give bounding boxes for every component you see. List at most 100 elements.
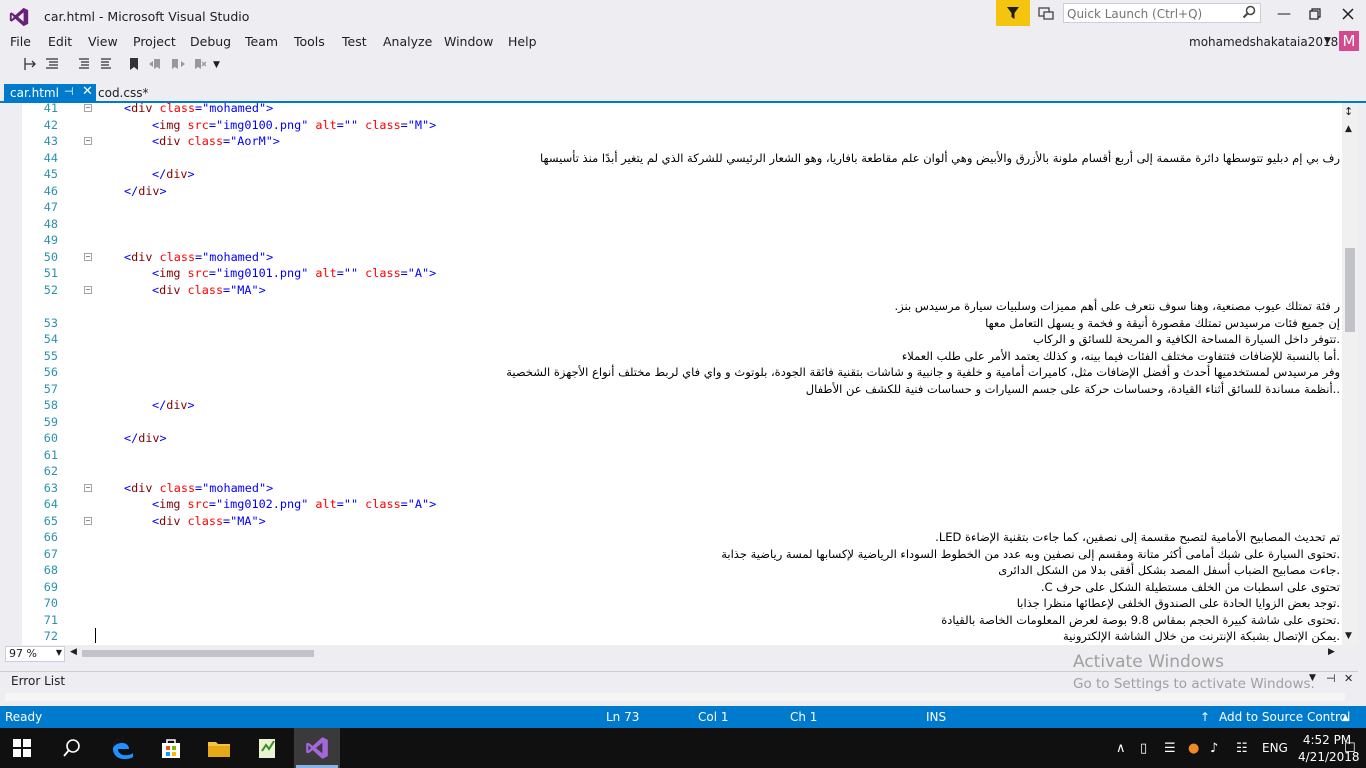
collapse-region-icon[interactable]: − [84,516,92,525]
language-indicator[interactable]: ENG [1262,741,1288,755]
menu-project[interactable]: Project [133,34,176,49]
file-explorer-icon[interactable] [206,735,232,761]
minimize-button[interactable]: — [1268,0,1300,28]
code-line[interactable]: 67 .تحتوى السيارة على شبك أمامى أكثر متان… [0,546,1342,563]
code-line[interactable]: 52 − <div class="MA"> [0,282,1342,299]
code-line[interactable]: 49 [0,232,1342,249]
volume-icon[interactable]: ♪ [1210,741,1218,756]
code-line[interactable]: 44 رف بي إم دبليو تتوسطها دائرة مقسمة إلى… [0,150,1342,167]
code-line[interactable]: 60 </div> [0,430,1342,447]
quick-launch-input[interactable] [1064,4,1239,24]
code-line[interactable]: 51 <img src="img0101.png" alt="" class="A… [0,265,1342,282]
search-icon[interactable] [62,738,82,758]
code-line[interactable]: 46 </div> [0,183,1342,200]
code-line[interactable]: 50 − <div class="mohamed"> [0,249,1342,266]
code-line[interactable]: 64 <img src="img0102.png" alt="" class="A… [0,496,1342,513]
account-name[interactable]: mohamedshakataia2018 [1189,35,1338,49]
close-icon[interactable]: ✕ [1344,672,1353,685]
code-line[interactable]: 70 .توجد بعض الزوايا الحادة على الصندوق ا… [0,595,1342,612]
code-line[interactable]: 48 [0,216,1342,233]
vertical-scrollbar[interactable] [1342,103,1358,645]
edge-browser-icon[interactable] [110,735,136,761]
code-line[interactable]: 72 .يمكن الإتصال بشبكة الإنترنت من خلال ا… [0,628,1342,645]
scroll-right-icon[interactable]: ▶ [1328,647,1335,657]
code-line[interactable]: 47 [0,199,1342,216]
code-line[interactable]: 59 [0,414,1342,431]
maximize-button[interactable] [1299,0,1331,28]
horizontal-scroll-thumb[interactable] [82,650,314,657]
zoom-dropdown[interactable]: 97 % ▼ [5,646,65,662]
action-center-icon[interactable]: ☷ [1236,741,1248,756]
code-line[interactable]: 71 .تحتوى على شاشة كبيرة الحجم بمقاس 9.8 … [0,612,1342,629]
menu-tools[interactable]: Tools [294,34,325,49]
pin-icon[interactable]: ⊣ [64,85,74,98]
windows-start-icon[interactable] [12,738,32,758]
menu-help[interactable]: Help [508,34,537,49]
notepad-plus-icon[interactable] [254,735,280,761]
code-line[interactable]: 41 − <div class="mohamed"> [0,100,1342,117]
code-line[interactable]: 54 .تتوفر داخل السيارة المساحة الكافية و … [0,331,1342,348]
code-line[interactable]: 58 </div> [0,397,1342,414]
close-button[interactable] [1332,0,1364,28]
menu-view[interactable]: View [88,34,118,49]
previous-bookmark-icon[interactable] [148,56,164,72]
collapse-region-icon[interactable]: − [84,252,92,261]
code-line[interactable]: 43 − <div class="AorM"> [0,133,1342,150]
menu-debug[interactable]: Debug [190,34,231,49]
power-icon[interactable]: ▯ [1140,741,1147,756]
code-line[interactable]: 63 − <div class="mohamed"> [0,480,1342,497]
visual-studio-icon[interactable] [304,735,330,761]
toolbar-overflow-icon[interactable]: ▼ [213,60,220,70]
chevron-down-icon[interactable]: ▼ [1324,36,1331,46]
format-document-icon[interactable] [44,56,60,72]
menu-team[interactable]: Team [245,34,278,49]
split-window-icon[interactable]: ↕ [1344,105,1353,118]
collapse-region-icon[interactable]: − [84,137,92,145]
feedback-icon[interactable] [1036,4,1056,24]
avast-icon[interactable]: ● [1188,741,1199,756]
notifications-filter-button[interactable] [996,0,1030,26]
navigate-member-icon[interactable] [22,56,38,72]
tab-cod-css[interactable]: cod.css* [98,86,148,100]
uncomment-lines-icon[interactable] [98,56,114,72]
scroll-left-icon[interactable]: ◀ [70,647,77,657]
code-line[interactable]: 56 وفر مرسيدس لمستخدميها أحدث و أفضل الإض… [0,364,1342,381]
clear-bookmarks-icon[interactable] [192,56,208,72]
menu-edit[interactable]: Edit [48,34,72,49]
collapse-region-icon[interactable]: − [84,104,92,112]
code-line[interactable]: ر فئة تمتلك عيوب مصنعية، وهنا سوف نتعرف … [0,298,1342,315]
next-bookmark-icon[interactable] [170,56,186,72]
code-line[interactable]: 65 − <div class="MA"> [0,513,1342,530]
code-line[interactable]: 62 [0,463,1342,480]
menu-analyze[interactable]: Analyze [383,34,432,49]
code-line[interactable]: 53 إن جميع فئات مرسيدس تمتلك مقصورة أنيقة… [0,315,1342,332]
scroll-down-icon[interactable]: ▼ [1345,631,1352,641]
code-line[interactable]: 61 [0,447,1342,464]
network-icon[interactable]: ☰ [1164,741,1176,756]
code-line[interactable]: 68 .جاءت مصابيح الضباب أسفل المصد بشكل أف… [0,562,1342,579]
store-icon[interactable] [158,735,184,761]
close-tab-icon[interactable]: ✕ [82,84,93,99]
notifications-icon[interactable]: ☐ [1344,741,1356,756]
menu-test[interactable]: Test [342,34,367,49]
code-line[interactable]: 55 .أما بالنسبة للإضافات فتتفاوت مختلف ال… [0,348,1342,365]
menu-window[interactable]: Window [444,34,493,49]
scroll-up-icon[interactable]: ▲ [1345,124,1352,134]
pin-icon[interactable]: ⊣ [1326,672,1336,685]
show-hidden-icons-icon[interactable]: ∧ [1116,741,1126,756]
code-line[interactable]: 66 تم تحديث المصابيح الأمامية لتصبح مقسمة… [0,529,1342,546]
collapse-region-icon[interactable]: − [84,483,92,492]
quick-launch-box[interactable] [1063,3,1261,24]
code-line[interactable]: 69 تحتوى على اسطبات من الخلف مستطيلة الشك… [0,579,1342,596]
vertical-scroll-thumb[interactable] [1345,248,1355,332]
code-line[interactable]: 42 <img src="img0100.png" alt="" class="M… [0,117,1342,134]
comment-lines-icon[interactable] [76,56,92,72]
menu-file[interactable]: File [10,34,31,49]
collapse-region-icon[interactable]: − [84,285,92,294]
code-line[interactable]: 57 ..أنظمة مساندة للسائق أثناء القيادة، و… [0,381,1342,398]
add-to-source-control-button[interactable]: Add to Source Control [1219,710,1350,724]
search-icon[interactable] [1242,5,1256,19]
bookmark-icon[interactable] [126,56,142,72]
chevron-up-icon[interactable]: ▲ [1342,713,1349,723]
error-list-title[interactable]: Error List [11,674,65,688]
